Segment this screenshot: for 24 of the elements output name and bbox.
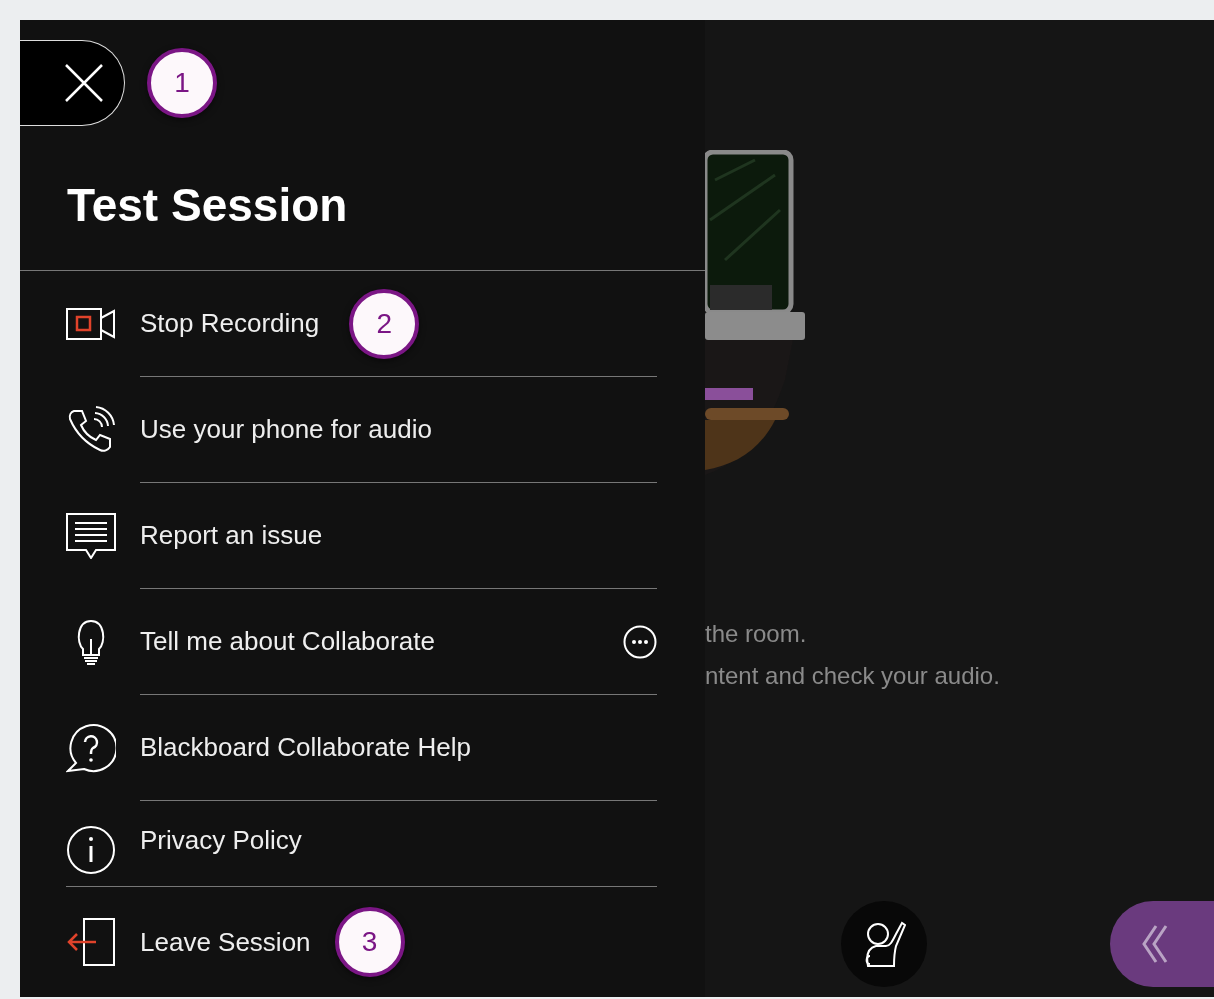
leave-session-link[interactable]: Leave Session bbox=[140, 926, 311, 958]
menu-item[interactable]: Report an issue bbox=[140, 520, 323, 551]
expand-panel-button[interactable] bbox=[1110, 901, 1214, 987]
message-text: the room. bbox=[705, 620, 808, 648]
menu-item[interactable]: Privacy Policy bbox=[140, 825, 302, 856]
callout-number: 2 bbox=[349, 288, 420, 359]
video-camera-icon bbox=[66, 308, 116, 340]
session-title: Test Session bbox=[67, 178, 349, 233]
close-icon bbox=[64, 63, 104, 103]
info-icon bbox=[66, 825, 116, 875]
callout-number: 1 bbox=[147, 48, 217, 118]
phone-icon bbox=[66, 405, 116, 455]
menu-item[interactable]: Stop Recording bbox=[140, 308, 320, 339]
menu-item[interactable]: Tell me about Collaborate bbox=[140, 626, 435, 657]
callout-number: 3 bbox=[334, 907, 405, 977]
exit-door-icon bbox=[66, 917, 116, 967]
more-options-icon[interactable] bbox=[623, 624, 657, 659]
double-chevron-icon bbox=[1140, 924, 1170, 964]
close-button[interactable] bbox=[20, 40, 125, 126]
question-bubble-icon bbox=[66, 723, 116, 773]
message-text: ntent and check your audio. bbox=[705, 662, 1001, 690]
menu-item[interactable]: Use your phone for audio bbox=[140, 414, 432, 445]
speech-bubble-icon bbox=[66, 513, 116, 559]
menu-item[interactable]: Blackboard Collaborate Help bbox=[140, 732, 471, 763]
